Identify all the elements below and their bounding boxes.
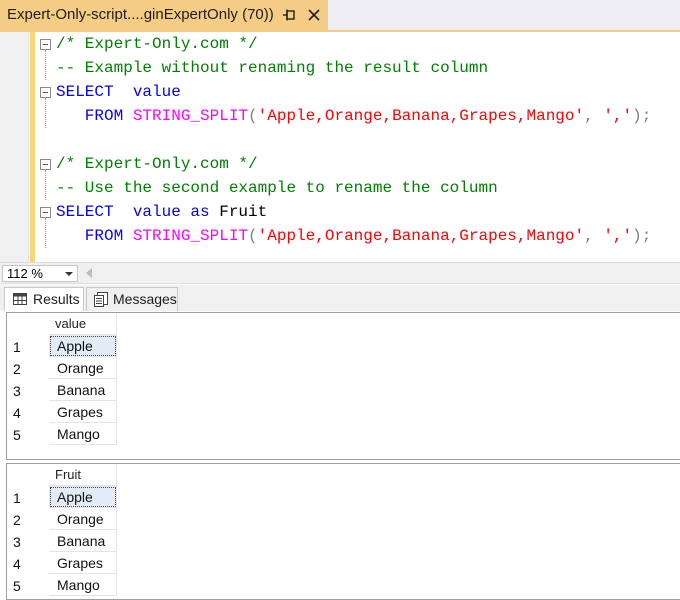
code-token: -- Use the second example to rename the … <box>56 179 498 197</box>
code-token: ',' <box>603 107 633 125</box>
tab-messages-label: Messages <box>113 291 177 307</box>
row-number[interactable]: 4 <box>7 553 49 575</box>
results-grid[interactable]: value 1 Apple 2 Orange 3 Banana 4 Grapes… <box>6 312 680 460</box>
document-tab[interactable]: Expert-Only-script....ginExpertOnly (70)… <box>0 0 328 30</box>
tab-results[interactable]: Results <box>4 287 84 311</box>
code-token: 'Apple,Orange,Banana,Grapes,Mango' <box>257 107 585 125</box>
grid-cell[interactable]: Orange <box>49 357 117 379</box>
editor-status-bar: 112 % <box>0 262 680 284</box>
row-number[interactable]: 5 <box>7 575 49 597</box>
fold-guide <box>45 218 47 248</box>
column-header[interactable]: Fruit <box>49 464 117 486</box>
fold-toggle-icon[interactable] <box>40 87 51 98</box>
grid-cell[interactable]: Mango <box>49 423 117 445</box>
row-number[interactable]: 5 <box>7 424 49 446</box>
scroll-left-icon[interactable] <box>86 268 92 278</box>
code-token: value <box>113 203 191 221</box>
fold-toggle-icon[interactable] <box>40 207 51 218</box>
code-token: SELECT <box>56 203 114 221</box>
code-line[interactable]: -- Example without renaming the result c… <box>56 56 488 80</box>
code-token: STRING_SPLIT <box>132 227 249 245</box>
code-token: ); <box>632 227 652 245</box>
chevron-down-icon <box>65 272 73 276</box>
results-area: value 1 Apple 2 Orange 3 Banana 4 Grapes… <box>0 311 680 600</box>
document-tab-strip: Expert-Only-script....ginExpertOnly (70)… <box>0 0 680 32</box>
code-token: , <box>584 227 604 245</box>
column-header[interactable]: value <box>49 313 117 335</box>
grid-cell[interactable]: Banana <box>49 530 117 552</box>
document-tab-title: Expert-Only-script....ginExpertOnly (70)… <box>7 6 274 23</box>
tab-messages[interactable]: Messages <box>86 287 178 311</box>
change-tracking-bar <box>30 32 35 262</box>
results-grid[interactable]: Fruit 1 Apple 2 Orange 3 Banana 4 Grapes… <box>6 463 680 600</box>
code-line[interactable]: /* Expert-Only.com */ <box>56 32 258 56</box>
code-token: ); <box>632 107 652 125</box>
code-token: ',' <box>603 227 633 245</box>
code-token: ( <box>248 107 258 125</box>
code-token: Fruit <box>209 203 268 221</box>
code-token: , <box>584 107 604 125</box>
row-number[interactable]: 2 <box>7 358 49 380</box>
grid-icon <box>13 293 27 305</box>
fold-toggle-icon[interactable] <box>40 159 51 170</box>
grid-cell[interactable]: Apple <box>49 335 117 357</box>
code-token: FROM <box>56 107 124 125</box>
grid-cell[interactable]: Grapes <box>49 552 117 574</box>
query-editor[interactable]: /* Expert-Only.com */ -- Example without … <box>0 32 680 262</box>
tab-results-label: Results <box>33 291 80 307</box>
code-line[interactable]: -- Use the second example to rename the … <box>56 176 498 200</box>
code-token: /* Expert-Only.com */ <box>56 35 258 53</box>
fold-guide <box>45 98 47 128</box>
grid-cell[interactable]: Grapes <box>49 401 117 423</box>
fold-guide <box>45 50 47 80</box>
grid-cell[interactable]: Banana <box>49 379 117 401</box>
row-number[interactable]: 2 <box>7 509 49 531</box>
code-line[interactable]: FROM STRING_SPLIT('Apple,Orange,Banana,G… <box>56 104 652 128</box>
code-token: STRING_SPLIT <box>132 107 249 125</box>
editor-gutter <box>0 32 29 262</box>
row-number[interactable]: 1 <box>7 487 49 509</box>
pin-icon[interactable] <box>280 6 298 24</box>
grid-cell[interactable]: Orange <box>49 508 117 530</box>
code-token: ( <box>248 227 258 245</box>
messages-icon <box>94 292 108 307</box>
code-token: as <box>190 203 210 221</box>
code-line[interactable]: /* Expert-Only.com */ <box>56 152 258 176</box>
grid-cell[interactable]: Apple <box>49 486 117 508</box>
code-token: 'Apple,Orange,Banana,Grapes,Mango' <box>257 227 585 245</box>
row-number[interactable]: 3 <box>7 531 49 553</box>
results-tab-strip: Results Messages <box>0 285 680 311</box>
close-icon[interactable] <box>306 7 322 23</box>
code-line[interactable]: FROM STRING_SPLIT('Apple,Orange,Banana,G… <box>56 224 652 248</box>
row-number[interactable]: 4 <box>7 402 49 424</box>
row-number[interactable]: 3 <box>7 380 49 402</box>
code-token: SELECT <box>56 83 114 101</box>
code-token: value <box>113 83 181 101</box>
fold-guide <box>45 170 47 200</box>
row-number[interactable]: 1 <box>7 336 49 358</box>
code-line[interactable]: SELECT value as Fruit <box>56 200 267 224</box>
zoom-dropdown[interactable]: 112 % <box>2 265 78 282</box>
zoom-level: 112 % <box>7 266 43 281</box>
fold-toggle-icon[interactable] <box>40 39 51 50</box>
code-token: -- Example without renaming the result c… <box>56 59 489 77</box>
code-token: FROM <box>56 227 124 245</box>
code-token: /* Expert-Only.com */ <box>56 155 258 173</box>
grid-cell[interactable]: Mango <box>49 574 117 596</box>
code-line[interactable]: SELECT value <box>56 80 181 104</box>
